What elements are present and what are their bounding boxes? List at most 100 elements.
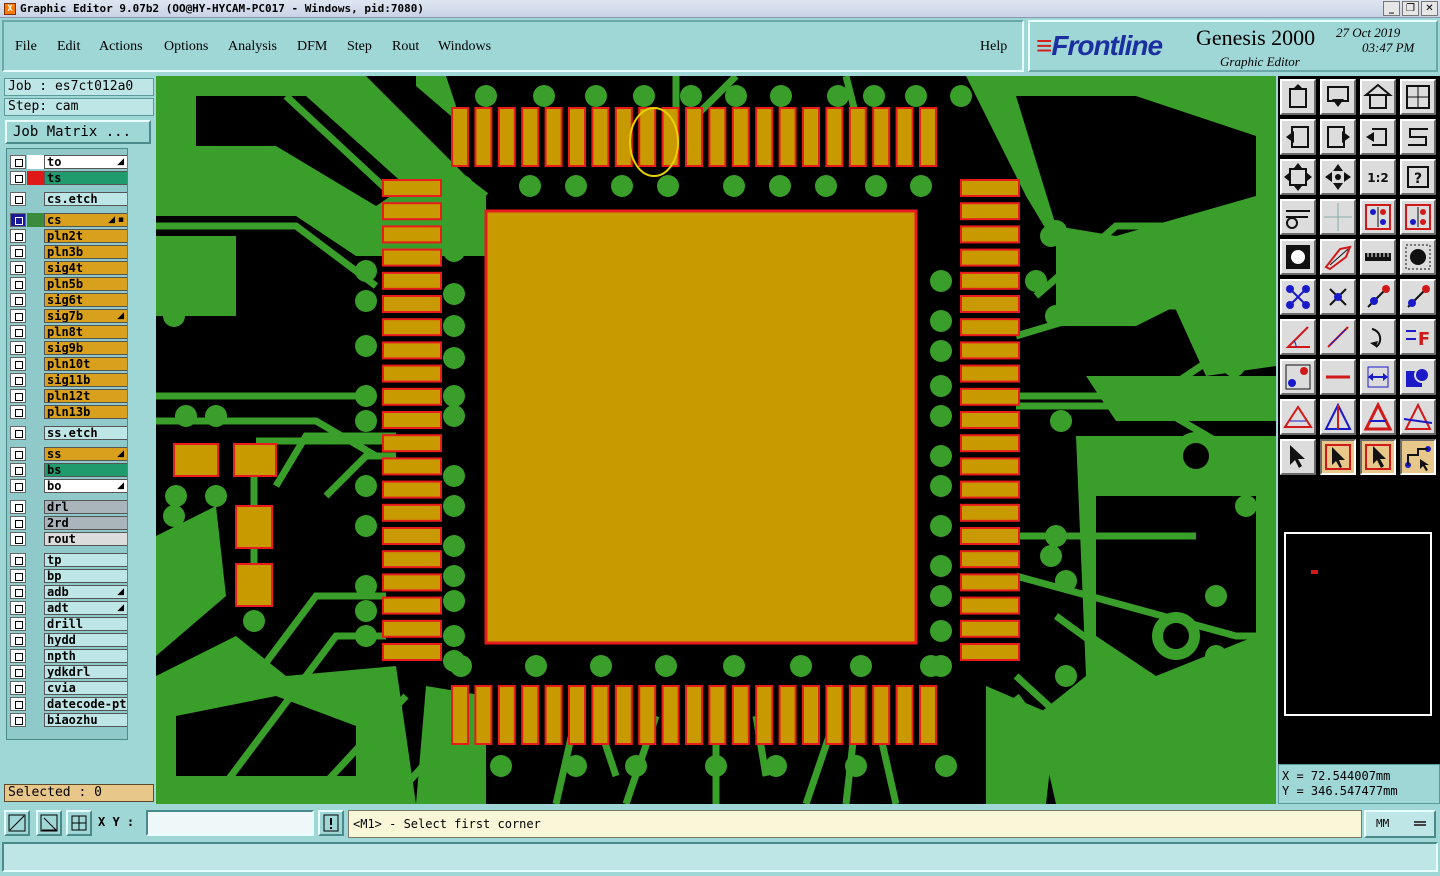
layer-row-cs.etch[interactable]: cs.etch <box>10 192 127 206</box>
layer-checkbox[interactable] <box>10 309 26 323</box>
layer-row-hydd[interactable]: hydd <box>10 633 127 647</box>
angle-mode-button[interactable] <box>36 810 62 836</box>
menu-edit[interactable]: Edit <box>57 39 80 55</box>
layer-name[interactable]: rout <box>44 532 127 546</box>
menu-file[interactable]: File <box>15 39 37 55</box>
layer-checkbox[interactable] <box>10 155 26 169</box>
tool-zoom-in-button[interactable] <box>1320 79 1356 115</box>
layer-display-swatch[interactable] <box>27 213 44 227</box>
layer-row-adb[interactable]: adb ◢ <box>10 585 127 599</box>
layer-name[interactable]: adb ◢ <box>44 585 127 599</box>
layer-checkbox[interactable] <box>10 601 26 615</box>
tool-pointer-select-button[interactable] <box>1320 439 1356 475</box>
layer-name[interactable]: ss ◢ <box>44 447 127 461</box>
tool-text-f-button[interactable]: F <box>1400 319 1436 355</box>
tool-redraw-button[interactable] <box>1400 119 1436 155</box>
layer-checkbox[interactable] <box>10 585 26 599</box>
job-matrix-button[interactable]: Job Matrix ... <box>5 120 151 144</box>
tool-move-point-button[interactable] <box>1280 359 1316 395</box>
maximize-button[interactable]: ❐ <box>1402 1 1419 16</box>
menu-rout[interactable]: Rout <box>392 39 419 55</box>
layer-row-sig4t[interactable]: sig4t <box>10 261 127 275</box>
layer-row-adt[interactable]: adt ◢ <box>10 601 127 615</box>
layer-name[interactable]: npth <box>44 649 127 663</box>
tool-zoom-home-button[interactable] <box>1280 79 1316 115</box>
tool-fill-mode-button[interactable] <box>1280 239 1316 275</box>
layer-name[interactable]: sig6t <box>44 293 127 307</box>
pcb-view[interactable] <box>156 76 1276 804</box>
tool-triangle-button[interactable] <box>1280 399 1316 435</box>
layer-row-2rd[interactable]: 2rd <box>10 516 127 530</box>
menu-dfm[interactable]: DFM <box>297 39 327 55</box>
tool-center-button[interactable] <box>1320 159 1356 195</box>
layer-checkbox[interactable] <box>10 357 26 371</box>
layer-checkbox[interactable] <box>10 245 26 259</box>
layer-name[interactable]: bo ◢ <box>44 479 127 493</box>
layer-checkbox[interactable] <box>10 649 26 663</box>
unit-select[interactable]: MM <box>1364 810 1436 838</box>
info-button[interactable] <box>318 810 344 836</box>
layer-row-to[interactable]: to ◢ <box>10 155 127 169</box>
grid-mode-button[interactable] <box>66 810 92 836</box>
layer-name[interactable]: sig7b ◢ <box>44 309 127 323</box>
tool-snap-button[interactable] <box>1280 199 1316 235</box>
layer-checkbox[interactable] <box>10 213 26 227</box>
layer-row-ss.etch[interactable]: ss.etch <box>10 426 127 440</box>
layer-checkbox[interactable] <box>10 426 26 440</box>
layer-name[interactable]: tp <box>44 553 127 567</box>
tool-outline-mode-button[interactable] <box>1320 239 1356 275</box>
tool-triangle-bold-button[interactable] <box>1360 399 1396 435</box>
tool-pad-mode-button[interactable] <box>1400 239 1436 275</box>
layer-checkbox[interactable] <box>10 479 26 493</box>
layer-row-pln10t[interactable]: pln10t <box>10 357 127 371</box>
layer-checkbox[interactable] <box>10 633 26 647</box>
layer-name[interactable]: ts <box>44 171 127 185</box>
close-button[interactable]: ✕ <box>1421 1 1438 16</box>
layer-row-npth[interactable]: npth <box>10 649 127 663</box>
layer-checkbox[interactable] <box>10 261 26 275</box>
layer-name[interactable]: sig4t <box>44 261 127 275</box>
layer-checkbox[interactable] <box>10 617 26 631</box>
menu-actions[interactable]: Actions <box>99 39 143 55</box>
tool-pointer-active-button[interactable] <box>1360 439 1396 475</box>
layer-checkbox[interactable] <box>10 516 26 530</box>
layer-name[interactable]: drill <box>44 617 127 631</box>
tool-ruler-button[interactable] <box>1360 239 1396 275</box>
layer-name[interactable]: pln10t <box>44 357 127 371</box>
tool-fit-all-button[interactable] <box>1280 159 1316 195</box>
layer-row-sig9b[interactable]: sig9b <box>10 341 127 355</box>
layer-checkbox[interactable] <box>10 373 26 387</box>
graphics-canvas[interactable] <box>156 76 1276 804</box>
layer-checkbox[interactable] <box>10 713 26 727</box>
layer-checkbox[interactable] <box>10 192 26 206</box>
layer-checkbox[interactable] <box>10 405 26 419</box>
tool-shape-button[interactable] <box>1400 359 1436 395</box>
tool-layer-compare-button[interactable] <box>1360 199 1396 235</box>
layer-row-cs[interactable]: cs ◢ ▪ <box>10 213 127 227</box>
layer-name[interactable]: pln3b <box>44 245 127 259</box>
layer-row-sig6t[interactable]: sig6t <box>10 293 127 307</box>
layer-checkbox[interactable] <box>10 389 26 403</box>
layer-name[interactable]: pln13b <box>44 405 127 419</box>
layer-row-tp[interactable]: tp <box>10 553 127 567</box>
layer-display-swatch[interactable] <box>27 171 44 185</box>
tool-cross-button[interactable] <box>1320 279 1356 315</box>
layer-row-pln2t[interactable]: pln2t <box>10 229 127 243</box>
tool-layer-compare-active-button[interactable] <box>1400 199 1436 235</box>
layer-row-rout[interactable]: rout <box>10 532 127 546</box>
tool-measure-button[interactable] <box>1360 279 1396 315</box>
layer-row-drl[interactable]: drl <box>10 500 127 514</box>
tool-help-button[interactable]: ? <box>1400 159 1436 195</box>
snap-mode-button[interactable] <box>4 810 30 836</box>
tool-route-button[interactable] <box>1400 439 1436 475</box>
layer-name[interactable]: cs.etch <box>44 192 127 206</box>
tool-minus-button[interactable] <box>1320 359 1356 395</box>
layer-row-ss[interactable]: ss ◢ <box>10 447 127 461</box>
layer-name[interactable]: 2rd <box>44 516 127 530</box>
layer-checkbox[interactable] <box>10 293 26 307</box>
layer-row-pln8t[interactable]: pln8t <box>10 325 127 339</box>
layer-checkbox[interactable] <box>10 665 26 679</box>
layer-name[interactable]: pln12t <box>44 389 127 403</box>
layer-checkbox[interactable] <box>10 325 26 339</box>
tool-triangle-cross-button[interactable] <box>1400 399 1436 435</box>
